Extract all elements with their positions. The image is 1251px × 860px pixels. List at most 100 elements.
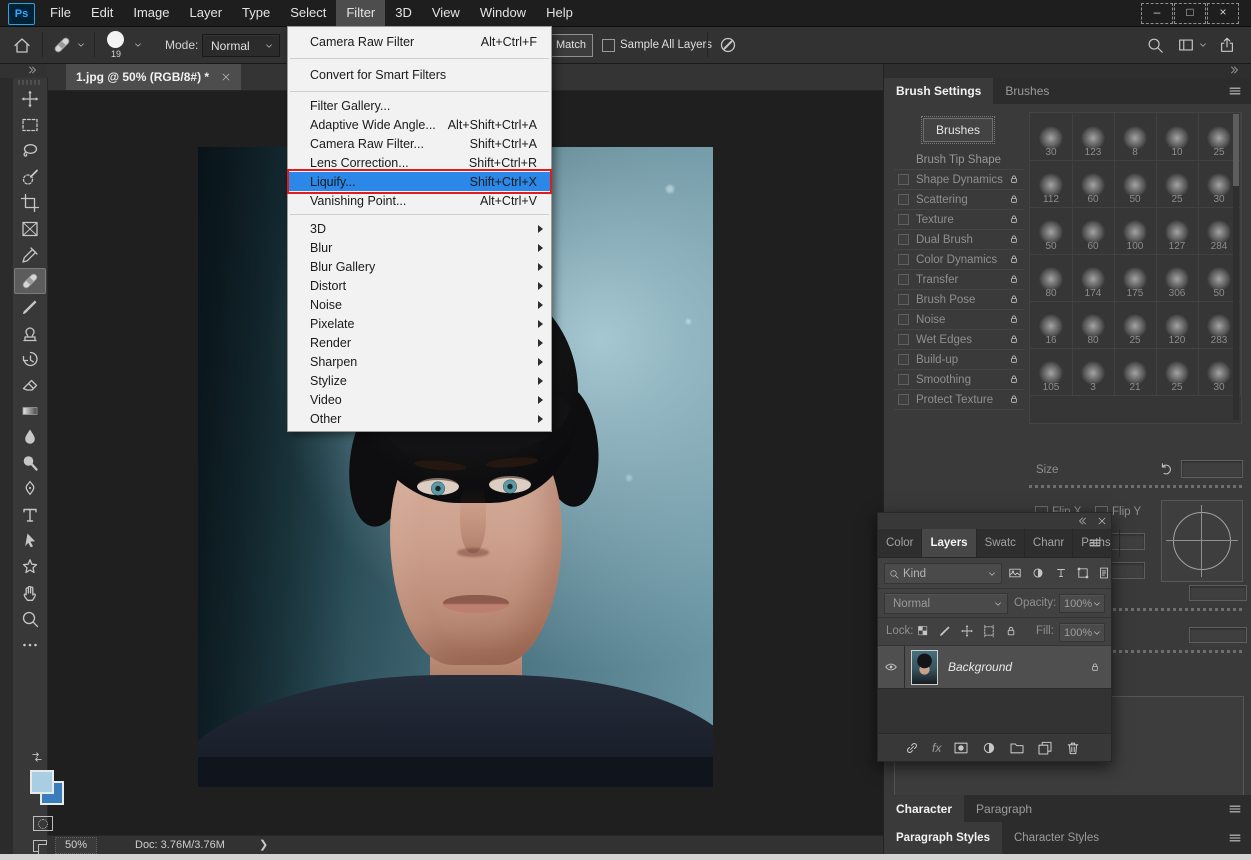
layer-style-icon[interactable]: fx: [932, 741, 941, 755]
filter-menu-item-liquify[interactable]: Liquify...Shift+Ctrl+X: [288, 172, 551, 191]
filter-type-layers-icon[interactable]: [1054, 566, 1068, 580]
brush-preset[interactable]: 25: [1114, 301, 1157, 349]
brush-setting-noise[interactable]: Noise: [894, 310, 1024, 330]
brush-preset[interactable]: 123: [1072, 113, 1115, 161]
chevron-down-icon[interactable]: [133, 40, 143, 50]
brush-setting-build-up[interactable]: Build-up: [894, 350, 1024, 370]
layer-row-background[interactable]: Background: [878, 646, 1111, 689]
share-icon[interactable]: [1218, 36, 1236, 54]
layer-visibility-cell[interactable]: [878, 646, 905, 688]
workspace-icon[interactable]: [1177, 36, 1195, 54]
mode-dropdown[interactable]: Normal: [202, 34, 280, 57]
brush-preset[interactable]: 306: [1156, 254, 1199, 302]
filter-smart-objects-icon[interactable]: [1097, 566, 1111, 580]
checkbox[interactable]: [898, 374, 909, 385]
filter-menu-item-other[interactable]: Other: [288, 409, 551, 428]
reset-icon[interactable]: [1158, 461, 1174, 477]
crop-tool[interactable]: [13, 190, 47, 216]
brush-setting-transfer[interactable]: Transfer: [894, 270, 1024, 290]
tab-close-icon[interactable]: [221, 72, 231, 82]
tab-paragraph[interactable]: Paragraph: [964, 795, 1044, 822]
checkbox[interactable]: [898, 354, 909, 365]
filter-menu-item-distort[interactable]: Distort: [288, 276, 551, 295]
brush-setting-dual-brush[interactable]: Dual Brush: [894, 230, 1024, 250]
brush-preset[interactable]: 25: [1156, 160, 1199, 208]
toolbar-expand-icon[interactable]: [27, 65, 37, 75]
panel-menu-icon[interactable]: [1228, 802, 1242, 816]
panel-menu-icon[interactable]: [1228, 84, 1242, 98]
layer-thumbnail[interactable]: [911, 650, 938, 685]
custom-shape-tool[interactable]: [13, 554, 47, 580]
new-group-icon[interactable]: [1009, 740, 1025, 756]
filter-adjustment-layers-icon[interactable]: [1031, 566, 1045, 580]
swap-colors-icon[interactable]: [30, 750, 44, 764]
brush-preset[interactable]: 80: [1030, 254, 1073, 302]
tab-layers[interactable]: Layers: [922, 529, 976, 557]
lock-all-icon[interactable]: [1004, 624, 1018, 638]
close-button[interactable]: ×: [1207, 3, 1239, 24]
menu-file[interactable]: File: [40, 0, 81, 26]
menu-window[interactable]: Window: [470, 0, 536, 26]
brush-preset[interactable]: 10: [1156, 113, 1199, 161]
adjustment-layer-icon[interactable]: [981, 740, 997, 756]
brush-preset[interactable]: 60: [1072, 160, 1115, 208]
filter-pixel-layers-icon[interactable]: [1008, 566, 1022, 580]
menu-view[interactable]: View: [422, 0, 470, 26]
filter-menu-item-lens-correction[interactable]: Lens Correction...Shift+Ctrl+R: [288, 153, 551, 172]
scrollbar[interactable]: [1233, 114, 1239, 420]
quick-selection-tool[interactable]: [13, 164, 47, 190]
blur-tool[interactable]: [13, 424, 47, 450]
brush-preset[interactable]: 25: [1156, 348, 1199, 396]
checkbox[interactable]: [898, 294, 909, 305]
brush-preset[interactable]: 175: [1114, 254, 1157, 302]
tab-brushes[interactable]: Brushes: [993, 78, 1061, 104]
size-slider[interactable]: [1029, 485, 1242, 488]
home-icon[interactable]: [12, 35, 32, 55]
frame-tool[interactable]: [13, 216, 47, 242]
brush-angle-control[interactable]: [1161, 500, 1243, 582]
panel-menu-icon[interactable]: [1228, 831, 1242, 845]
filter-menu-item-render[interactable]: Render: [288, 333, 551, 352]
menu-type[interactable]: Type: [232, 0, 280, 26]
tab-chanr[interactable]: Chanr: [1025, 529, 1073, 557]
checkbox[interactable]: [898, 174, 909, 185]
filter-menu-item-stylize[interactable]: Stylize: [288, 371, 551, 390]
brush-preset[interactable]: 3: [1072, 348, 1115, 396]
history-brush-tool[interactable]: [13, 346, 47, 372]
filter-menu-item-blur-gallery[interactable]: Blur Gallery: [288, 257, 551, 276]
brush-setting-brush-pose[interactable]: Brush Pose: [894, 290, 1024, 310]
menu-layer[interactable]: Layer: [180, 0, 233, 26]
document-tab[interactable]: 1.jpg @ 50% (RGB/8#) *: [66, 64, 241, 90]
brush-preset[interactable]: 112: [1030, 160, 1073, 208]
layers-panel-header[interactable]: [878, 513, 1111, 529]
edit-toolbar[interactable]: [13, 632, 47, 658]
minimize-button[interactable]: –: [1141, 3, 1173, 24]
menu-select[interactable]: Select: [280, 0, 336, 26]
toolbar-grip[interactable]: [18, 80, 42, 85]
menu-help[interactable]: Help: [536, 0, 583, 26]
type-tool[interactable]: [13, 502, 47, 528]
brushes-button[interactable]: Brushes: [923, 118, 993, 142]
checkbox[interactable]: [898, 194, 909, 205]
menu-3d[interactable]: 3D: [385, 0, 422, 26]
checkbox[interactable]: [898, 314, 909, 325]
add-mask-icon[interactable]: [953, 740, 969, 756]
checkbox[interactable]: [898, 234, 909, 245]
link-layers-icon[interactable]: [904, 740, 920, 756]
foreground-color-swatch[interactable]: [30, 770, 54, 794]
brush-preset[interactable]: 30: [1030, 113, 1073, 161]
filter-menu-item-camera-raw-filter[interactable]: Camera Raw FilterAlt+Ctrl+F: [288, 30, 551, 54]
proximity-match-button[interactable]: Match: [549, 34, 593, 57]
tab-paragraph-styles[interactable]: Paragraph Styles: [884, 822, 1002, 854]
eye-icon[interactable]: [884, 660, 898, 674]
filter-menu-item-adaptive-wide-angle[interactable]: Adaptive Wide Angle...Alt+Shift+Ctrl+A: [288, 115, 551, 134]
tool-preset-icon[interactable]: [52, 35, 72, 55]
lock-pixels-icon[interactable]: [938, 624, 952, 638]
filter-menu-item-sharpen[interactable]: Sharpen: [288, 352, 551, 371]
brush-setting-protect-texture[interactable]: Protect Texture: [894, 390, 1024, 410]
move-tool[interactable]: [13, 86, 47, 112]
pen-pressure-icon[interactable]: [718, 35, 738, 55]
tab-character[interactable]: Character: [884, 795, 964, 822]
brush-preset[interactable]: 100: [1114, 207, 1157, 255]
filter-menu-item-3d[interactable]: 3D: [288, 219, 551, 238]
